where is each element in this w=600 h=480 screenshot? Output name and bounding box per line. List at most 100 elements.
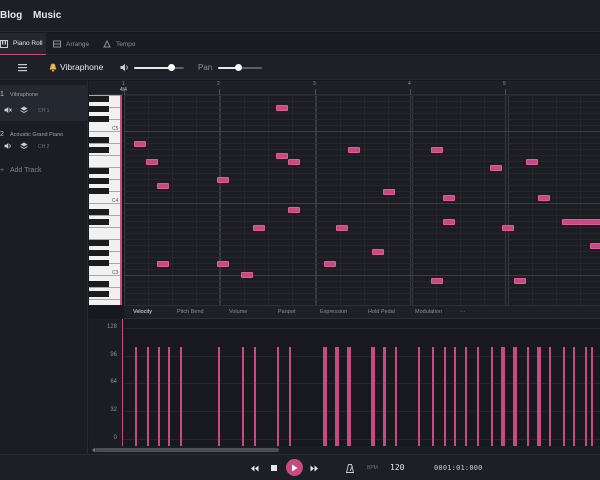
black-key[interactable] xyxy=(89,239,109,246)
velocity-bar[interactable] xyxy=(158,347,160,447)
velocity-bar[interactable] xyxy=(591,347,593,447)
velocity-bar[interactable] xyxy=(515,347,517,447)
add-track-button[interactable]: + Add Track xyxy=(0,167,41,174)
metronome-button[interactable] xyxy=(343,461,357,475)
note[interactable] xyxy=(538,195,550,201)
velocity-bar[interactable] xyxy=(527,347,529,447)
stop-button[interactable] xyxy=(267,461,281,475)
velocity-bar[interactable] xyxy=(395,347,397,447)
velocity-bar[interactable] xyxy=(444,347,446,447)
velocity-bar[interactable] xyxy=(585,347,587,447)
note[interactable] xyxy=(134,141,146,147)
velocity-bar[interactable] xyxy=(168,347,170,447)
tab-expression[interactable]: Expression xyxy=(320,309,347,315)
note[interactable] xyxy=(288,159,300,165)
note[interactable] xyxy=(157,183,169,189)
velocity-bar[interactable] xyxy=(383,347,385,447)
black-key[interactable] xyxy=(89,219,109,225)
velocity-bar[interactable] xyxy=(335,347,337,447)
velocity-bar[interactable] xyxy=(323,347,325,447)
note[interactable] xyxy=(217,177,229,183)
piano-keyboard[interactable]: C5 C4 C3 xyxy=(89,95,122,305)
velocity-bar[interactable] xyxy=(418,347,420,447)
note[interactable] xyxy=(288,207,300,213)
note[interactable] xyxy=(431,147,443,153)
velocity-bar[interactable] xyxy=(432,347,434,447)
note[interactable] xyxy=(490,165,502,171)
black-key[interactable] xyxy=(89,105,109,112)
fast-forward-button[interactable] xyxy=(307,461,321,475)
velocity-bar[interactable] xyxy=(254,347,256,447)
pan-slider-knob[interactable] xyxy=(235,64,242,71)
velocity-editor[interactable] xyxy=(122,319,600,447)
note[interactable] xyxy=(443,195,455,201)
note[interactable] xyxy=(276,105,288,111)
velocity-bar[interactable] xyxy=(349,347,351,447)
velocity-bar[interactable] xyxy=(277,347,279,447)
velocity-bar[interactable] xyxy=(180,347,182,447)
mute-icon[interactable] xyxy=(4,106,12,114)
note[interactable] xyxy=(431,278,443,284)
tab-modulation[interactable]: Modulation xyxy=(415,309,442,315)
velocity-bar[interactable] xyxy=(477,347,479,447)
black-key[interactable] xyxy=(89,280,109,287)
note[interactable] xyxy=(590,243,600,249)
velocity-bar[interactable] xyxy=(503,347,505,447)
layers-icon[interactable] xyxy=(20,142,28,150)
note[interactable] xyxy=(253,225,265,231)
bpm-value[interactable]: 120 xyxy=(390,463,404,472)
velocity-bar[interactable] xyxy=(218,347,220,447)
black-key[interactable] xyxy=(89,177,109,184)
velocity-bar[interactable] xyxy=(454,347,456,447)
velocity-bar[interactable] xyxy=(135,347,137,447)
velocity-bar[interactable] xyxy=(147,347,149,447)
velocity-bar[interactable] xyxy=(325,347,327,447)
more-tabs-button[interactable]: ··· xyxy=(460,309,466,315)
note[interactable] xyxy=(372,249,384,255)
velocity-bar[interactable] xyxy=(549,347,551,447)
menu-icon[interactable] xyxy=(18,63,27,72)
track-item-vibraphone[interactable]: 1 Vibraphone CH 1 xyxy=(0,85,88,121)
note[interactable] xyxy=(241,272,253,278)
rewind-button[interactable] xyxy=(247,461,261,475)
layers-icon[interactable] xyxy=(20,106,28,114)
note[interactable] xyxy=(502,225,514,231)
timeline-ruler[interactable]: 1 2 3 4 5 xyxy=(89,81,600,95)
velocity-bar[interactable] xyxy=(563,347,565,447)
track-item-acoustic-grand-piano[interactable]: 2 Acoustic Grand Piano CH 2 xyxy=(0,125,88,161)
scrollbar-thumb[interactable] xyxy=(95,448,279,452)
note[interactable] xyxy=(443,219,455,225)
note[interactable] xyxy=(383,189,395,195)
note[interactable] xyxy=(348,147,360,153)
black-key[interactable] xyxy=(89,167,109,174)
velocity-bar[interactable] xyxy=(465,347,467,447)
black-key[interactable] xyxy=(89,136,109,143)
velocity-bar[interactable] xyxy=(289,347,291,447)
velocity-bar[interactable] xyxy=(491,347,493,447)
volume-slider-knob[interactable] xyxy=(168,64,175,71)
black-key[interactable] xyxy=(89,95,109,102)
note[interactable] xyxy=(276,153,288,159)
note[interactable] xyxy=(336,225,348,231)
black-key[interactable] xyxy=(89,260,109,267)
black-key[interactable] xyxy=(89,147,109,153)
velocity-bar[interactable] xyxy=(242,347,244,447)
nav-link-blog[interactable]: Blog xyxy=(0,10,22,21)
tab-piano-roll[interactable]: Piano Roll xyxy=(0,33,46,55)
nav-link-music[interactable]: Music xyxy=(33,10,61,21)
horizontal-scrollbar[interactable] xyxy=(89,446,600,454)
tab-hold-pedal[interactable]: Hold Pedal xyxy=(368,309,395,315)
note[interactable] xyxy=(157,261,169,267)
note[interactable] xyxy=(324,261,336,267)
note-grid[interactable] xyxy=(124,95,600,305)
tab-volume[interactable]: Volume xyxy=(229,309,247,315)
velocity-bar[interactable] xyxy=(537,347,539,447)
velocity-bar[interactable] xyxy=(373,347,375,447)
velocity-bar[interactable] xyxy=(371,347,373,447)
velocity-bar[interactable] xyxy=(573,347,575,447)
tab-pitch-bend[interactable]: Pitch Bend xyxy=(177,309,204,315)
velocity-bar[interactable] xyxy=(539,347,541,447)
black-key[interactable] xyxy=(89,188,109,195)
velocity-bar[interactable] xyxy=(347,347,349,447)
black-key[interactable] xyxy=(89,249,109,256)
